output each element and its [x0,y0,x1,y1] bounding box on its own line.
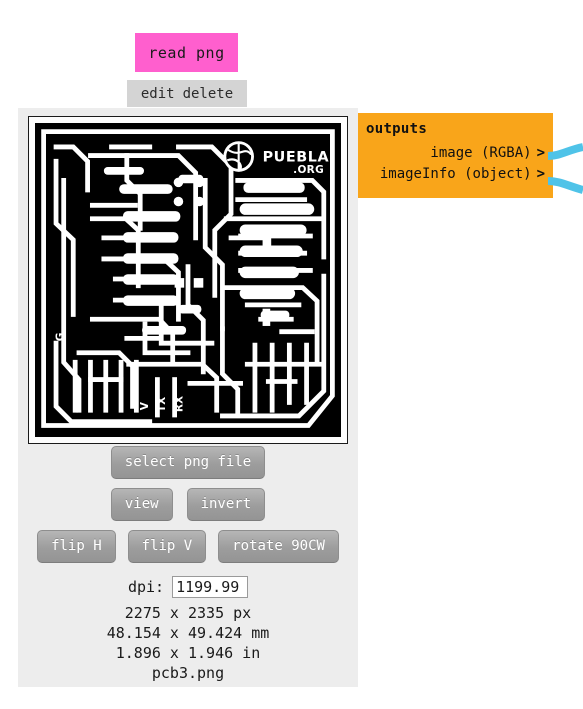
info-pixels: 2275 x 2335 px [124,604,252,622]
output-port-image[interactable]: image (RGBA) > [366,143,545,164]
dpi-label: dpi: [127,578,165,596]
wire-image[interactable] [547,143,583,160]
view-invert-row: view invert [18,488,358,521]
output-connector-wires [547,143,583,194]
svg-text:.ORG: .ORG [293,164,324,176]
svg-text:V: V [139,401,151,410]
outputs-panel: outputs image (RGBA) > imageInfo (object)… [358,113,553,198]
transform-row: flip H flip V rotate 90CW [18,530,358,563]
rotate-90cw-button[interactable]: rotate 90CW [218,530,339,563]
info-filename: pcb3.png [151,664,225,682]
node-action-bar: edit delete [127,80,247,107]
output-port-image-arrow-icon[interactable]: > [537,145,545,161]
edit-button[interactable]: edit [141,86,175,102]
svg-text:G: G [55,333,67,342]
svg-text:RX: RX [173,396,185,412]
dpi-row: dpi: [18,576,358,598]
select-file-row: select png file [18,446,358,479]
image-info-block: 2275 x 2335 px 48.154 x 49.424 mm 1.896 … [18,603,358,683]
output-port-image-label: image (RGBA) [430,145,532,161]
outputs-title: outputs [366,121,428,137]
select-png-file-button[interactable]: select png file [110,446,266,479]
view-button[interactable]: view [110,488,173,521]
png-preview-frame[interactable]: PUEBLA .ORG G V TX RX [28,116,348,444]
pcb-image: PUEBLA .ORG G V TX RX [35,123,341,437]
output-port-imageinfo[interactable]: imageInfo (object) > [366,164,545,185]
invert-button[interactable]: invert [186,488,266,521]
output-port-imageinfo-label: imageInfo (object) [379,166,532,182]
info-millimeters: 48.154 x 49.424 mm [106,624,270,642]
flip-horizontal-button[interactable]: flip H [37,530,116,563]
info-inches: 1.896 x 1.946 in [115,644,261,662]
delete-button[interactable]: delete [183,86,234,102]
flip-vertical-button[interactable]: flip V [127,530,207,563]
node-editor-canvas: read png edit delete PUEBLA .ORG G V TX … [0,0,583,709]
output-port-imageinfo-arrow-icon[interactable]: > [537,166,545,182]
dpi-input[interactable] [172,576,249,598]
node-body: PUEBLA .ORG G V TX RX select png file vi… [18,108,358,687]
wire-imageinfo[interactable] [547,177,583,194]
svg-text:TX: TX [156,397,168,412]
node-title[interactable]: read png [135,33,238,72]
